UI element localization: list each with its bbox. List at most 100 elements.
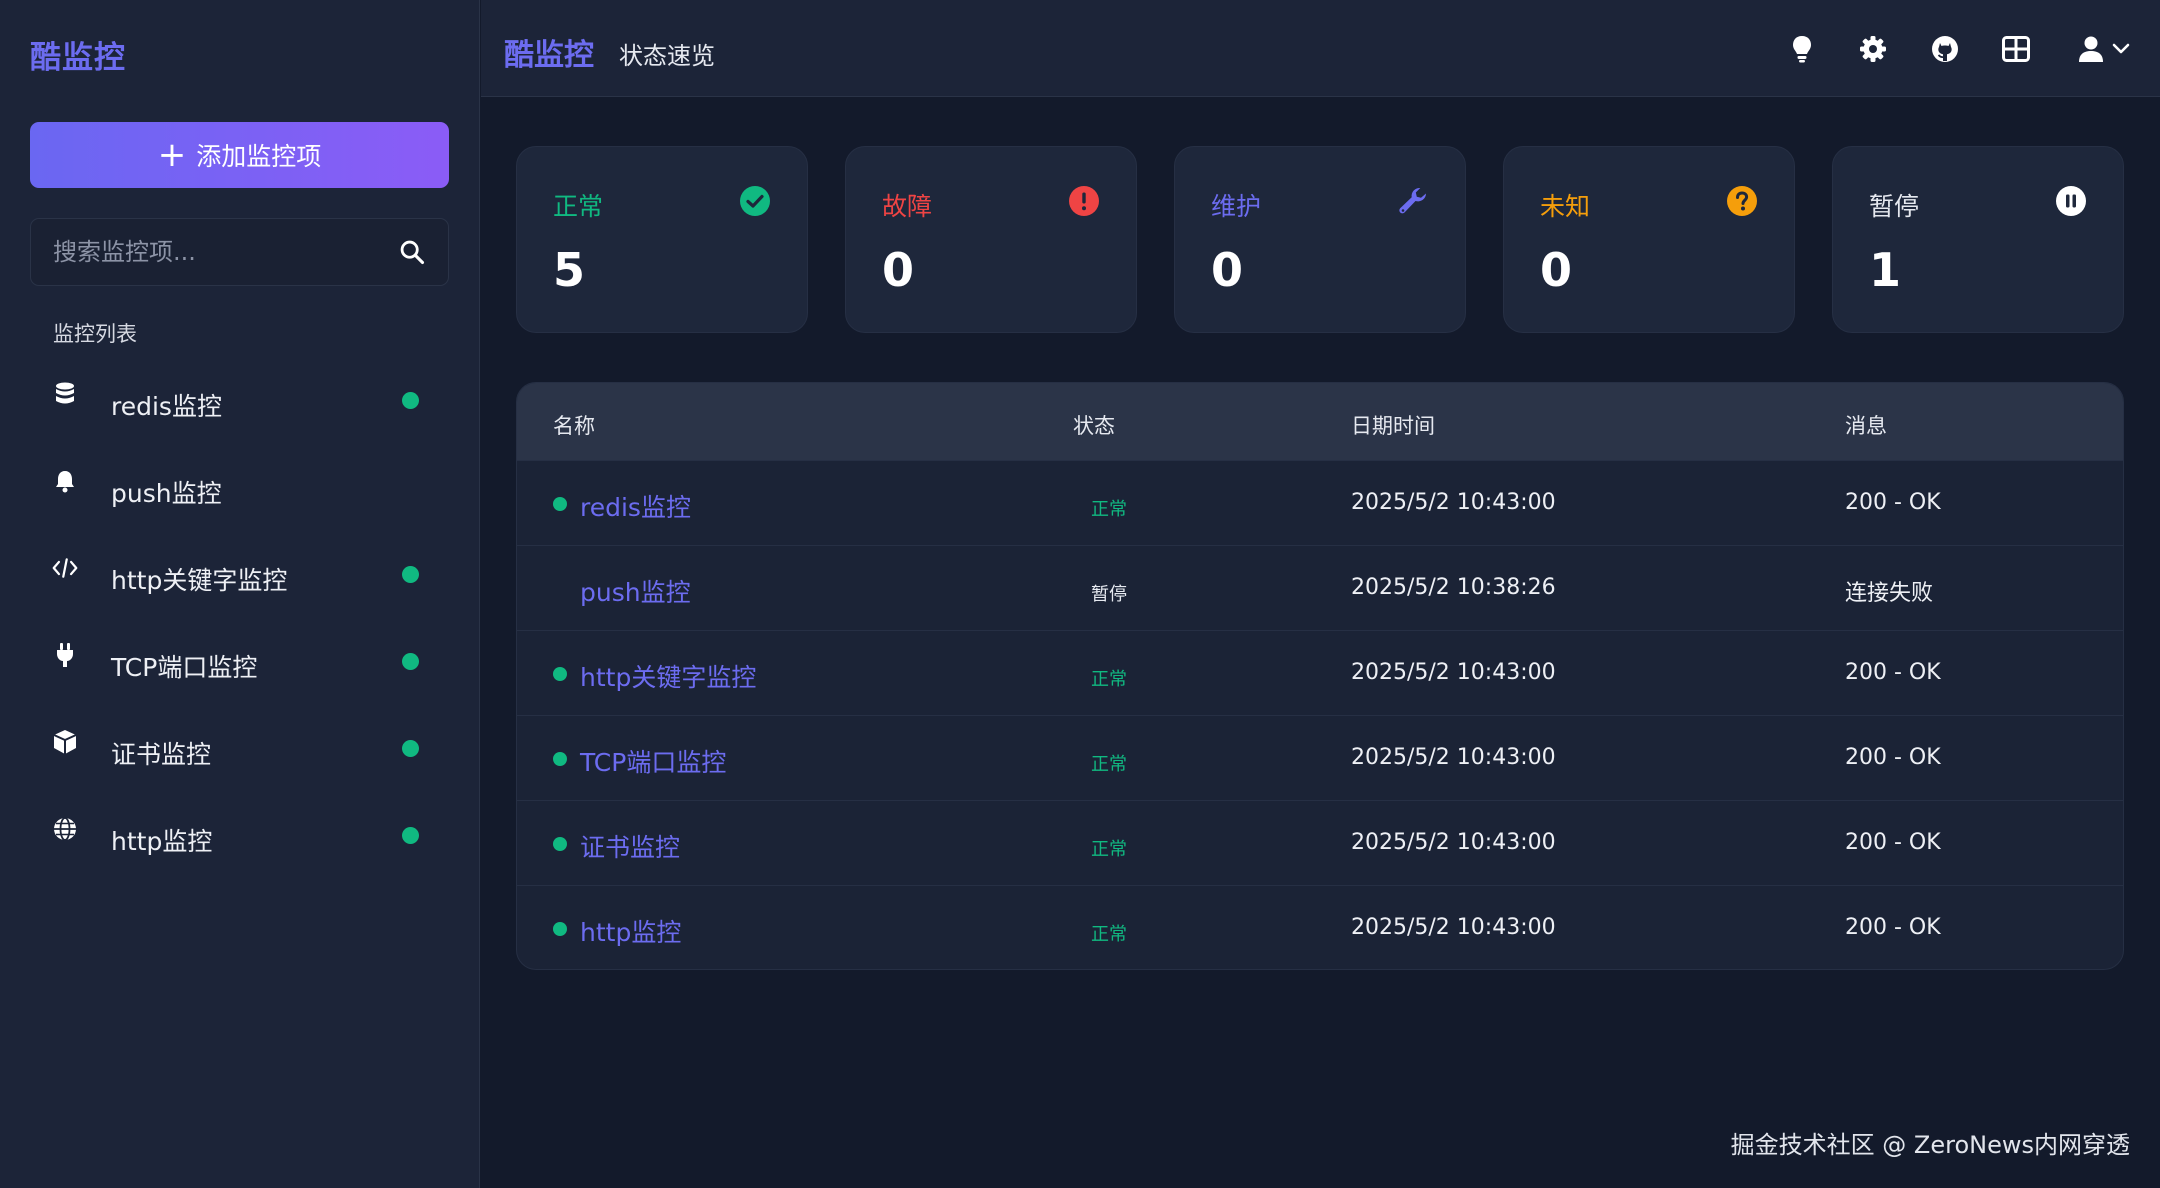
monitor-name-link[interactable]: push监控 [580, 573, 691, 609]
alert-circle-icon [1069, 186, 1099, 216]
add-monitor-button[interactable]: + 添加监控项 [30, 122, 449, 188]
column-header-message[interactable]: 消息 [1845, 410, 1887, 440]
column-header-name[interactable]: 名称 [553, 410, 595, 440]
stat-card-fault: 故障 0 [845, 146, 1137, 333]
check-circle-icon [740, 186, 770, 216]
plus-icon: + [157, 135, 187, 175]
status-dot [553, 837, 567, 851]
status-dot [553, 667, 567, 681]
monitor-name-link[interactable]: http监控 [580, 913, 681, 949]
github-icon[interactable] [1930, 34, 1960, 64]
status-dot [402, 392, 419, 409]
status-badge: 正常 [1091, 754, 1127, 775]
stat-title: 未知 [1540, 192, 1591, 221]
user-icon[interactable] [2076, 34, 2106, 64]
status-dot [553, 752, 567, 766]
table-row[interactable]: redis监控 正常 2025/5/2 10:43:00 200 - OK [517, 460, 2123, 545]
sidebar-item-label: push监控 [111, 479, 222, 508]
monitor-name-link[interactable]: redis监控 [580, 488, 691, 524]
stat-value: 1 [1869, 243, 1902, 297]
monitor-name-link[interactable]: http关键字监控 [580, 658, 756, 694]
watermark: 掘金技术社区 @ ZeroNews内网穿透 [1730, 1131, 2130, 1159]
table-row[interactable]: http关键字监控 正常 2025/5/2 10:43:00 200 - OK [517, 630, 2123, 715]
stat-card-paused: 暂停 1 [1832, 146, 2124, 333]
status-badge: 正常 [1091, 499, 1127, 520]
table-header: 名称 状态 日期时间 消息 [517, 383, 2123, 460]
monitor-name-link[interactable]: 证书监控 [580, 828, 680, 864]
row-message: 连接失败 [1845, 581, 1934, 606]
cube-icon [52, 729, 78, 755]
sidebar-item-http[interactable]: http监控 [0, 800, 480, 887]
search-icon[interactable] [398, 238, 426, 266]
status-badge: 正常 [1091, 924, 1127, 945]
main-content: 酷监控 状态速览 正常 5 故障 0 维护 0 未知 0 暂停 1 名称 状态 … [481, 0, 2160, 1188]
row-datetime: 2025/5/2 10:43:00 [1351, 745, 1556, 770]
sidebar-item-label: http关键字监控 [111, 566, 288, 595]
row-datetime: 2025/5/2 10:43:00 [1351, 490, 1556, 515]
row-datetime: 2025/5/2 10:43:00 [1351, 915, 1556, 940]
header-brand[interactable]: 酷监控 [504, 30, 594, 74]
top-bar: 酷监控 状态速览 [481, 0, 2160, 97]
chevron-down-icon[interactable] [2110, 34, 2132, 64]
stat-title: 暂停 [1869, 192, 1920, 221]
bell-icon [52, 468, 78, 494]
column-header-datetime[interactable]: 日期时间 [1351, 410, 1435, 440]
column-header-status[interactable]: 状态 [1073, 410, 1115, 440]
row-datetime: 2025/5/2 10:43:00 [1351, 830, 1556, 855]
table-row[interactable]: 证书监控 正常 2025/5/2 10:43:00 200 - OK [517, 800, 2123, 885]
status-badge: 暂停 [1091, 584, 1127, 605]
status-dot [402, 740, 419, 757]
row-message: 200 - OK [1845, 490, 1941, 515]
gear-icon[interactable] [1858, 34, 1888, 64]
status-dot [402, 653, 419, 670]
sidebar-item-label: http监控 [111, 827, 213, 856]
row-datetime: 2025/5/2 10:43:00 [1351, 660, 1556, 685]
status-dot [553, 922, 567, 936]
row-message: 200 - OK [1845, 745, 1941, 770]
row-datetime: 2025/5/2 10:38:26 [1351, 575, 1556, 600]
monitor-table: 名称 状态 日期时间 消息 redis监控 正常 2025/5/2 10:43:… [516, 382, 2124, 970]
stat-value: 0 [1540, 243, 1573, 297]
row-message: 200 - OK [1845, 915, 1941, 940]
stat-title: 正常 [553, 192, 604, 221]
sidebar-item-push[interactable]: push监控 [0, 452, 480, 539]
stat-value: 0 [882, 243, 915, 297]
table-row[interactable]: TCP端口监控 正常 2025/5/2 10:43:00 200 - OK [517, 715, 2123, 800]
grid-icon[interactable] [2001, 34, 2031, 64]
sidebar-item-redis[interactable]: redis监控 [0, 365, 480, 452]
status-dot [402, 827, 419, 844]
stat-card-normal: 正常 5 [516, 146, 808, 333]
sidebar-brand[interactable]: 酷监控 [30, 32, 126, 77]
wrench-icon [1399, 187, 1426, 214]
lightbulb-icon[interactable] [1787, 34, 1817, 64]
sidebar-item-label: redis监控 [111, 392, 222, 421]
stat-title: 维护 [1211, 192, 1262, 221]
sidebar-item-label: 证书监控 [111, 740, 212, 769]
search-box [30, 218, 449, 286]
add-monitor-label: 添加监控项 [196, 142, 322, 171]
status-badge: 正常 [1091, 669, 1127, 690]
monitor-name-link[interactable]: TCP端口监控 [580, 743, 726, 779]
table-row[interactable]: http监控 正常 2025/5/2 10:43:00 200 - OK [517, 885, 2123, 969]
sidebar-item-label: TCP端口监控 [111, 653, 258, 682]
row-message: 200 - OK [1845, 660, 1941, 685]
monitor-list-heading: 监控列表 [53, 322, 137, 346]
search-input[interactable] [53, 238, 398, 266]
sidebar: 酷监控 + 添加监控项 监控列表 redis [0, 0, 480, 1188]
sidebar-item-tcp[interactable]: TCP端口监控 [0, 626, 480, 713]
stat-card-maintenance: 维护 0 [1174, 146, 1466, 333]
plug-icon [52, 642, 78, 668]
row-message: 200 - OK [1845, 830, 1941, 855]
page-title: 状态速览 [619, 42, 715, 70]
stat-title: 故障 [882, 192, 933, 221]
status-dot [402, 566, 419, 583]
stat-card-unknown: 未知 0 [1503, 146, 1795, 333]
sidebar-item-http-keyword[interactable]: http关键字监控 [0, 539, 480, 626]
globe-icon [52, 816, 78, 842]
table-row[interactable]: push监控 暂停 2025/5/2 10:38:26 连接失败 [517, 545, 2123, 630]
monitor-list: redis监控 push监控 http关键字监控 TCP端口监控 证书监控 ht… [0, 365, 480, 887]
database-icon [52, 381, 78, 407]
stat-value: 5 [553, 243, 586, 297]
status-dot [553, 497, 567, 511]
sidebar-item-certificate[interactable]: 证书监控 [0, 713, 480, 800]
